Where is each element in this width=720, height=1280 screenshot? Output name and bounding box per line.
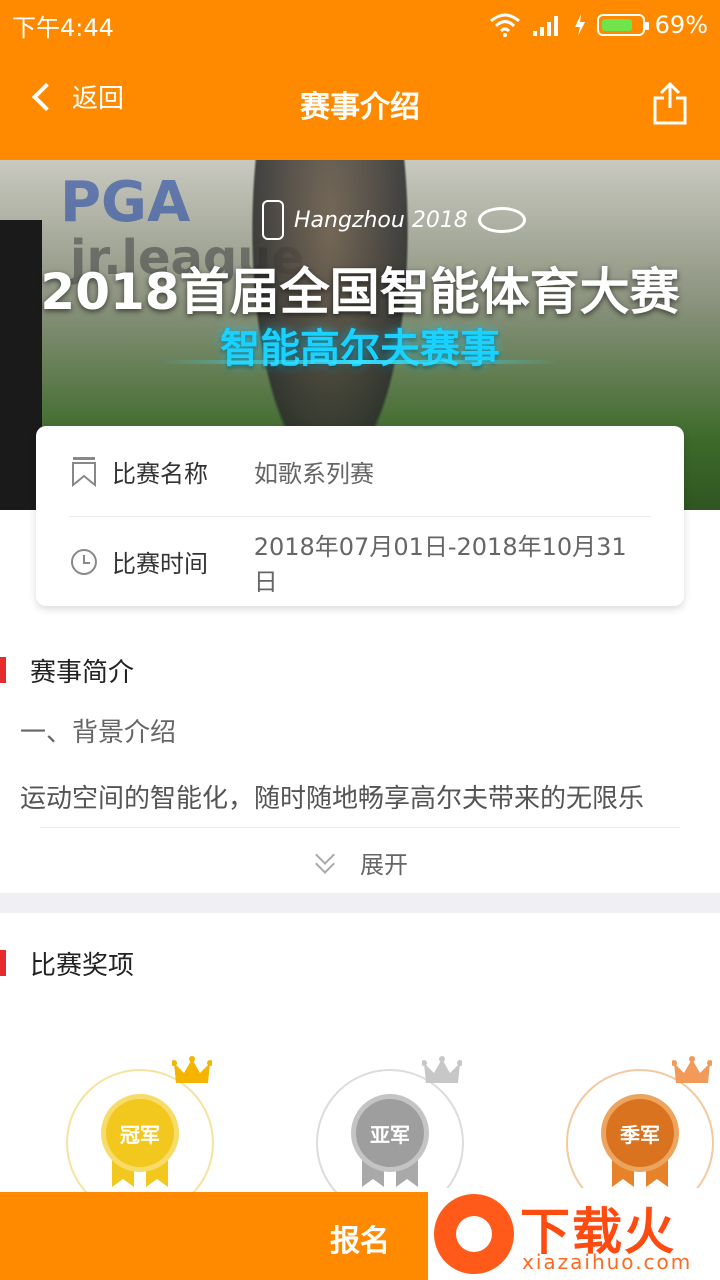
event-name-value: 如歌系列赛 (254, 459, 374, 488)
double-chevron-down-icon (312, 845, 340, 876)
bronze-medal-badge: 季军 (606, 1099, 674, 1167)
wifi-icon (489, 13, 520, 37)
watermark-url: xiazaihuo.com (522, 1250, 693, 1274)
silver-crown-icon (422, 1056, 462, 1083)
section-accent-bar (0, 657, 6, 683)
status-time: 下午4:44 (12, 13, 114, 42)
intro-heading: 赛事简介 (30, 657, 135, 688)
event-name-row: 比赛名称 如歌系列赛 (70, 426, 650, 516)
status-bar: 下午4:44 69% (0, 0, 720, 50)
battery-percent: 69% (654, 11, 708, 39)
intro-subheading: 一、背景介绍 (20, 718, 177, 748)
banner-logos: Hangzhou 2018 (262, 200, 526, 240)
expand-label: 展开 (360, 850, 408, 879)
section-accent-bar (0, 950, 6, 976)
event-name-label: 比赛名称 (112, 459, 208, 488)
emblem-icon (262, 200, 284, 240)
event-time-value: 2018年07月01日-2018年10月31日 (253, 532, 627, 596)
event-time-row: 比赛时间 2018年07月01日-2018年10月31日 (70, 516, 650, 606)
bookmark-icon (72, 457, 96, 487)
section-separator (0, 893, 720, 913)
divider (40, 827, 680, 828)
award-first: 冠军 (60, 1055, 220, 1217)
awards-heading: 比赛奖项 (30, 950, 135, 981)
award-second: 亚军 (310, 1055, 470, 1217)
banner-city: Hangzhou 2018 (294, 207, 468, 233)
intro-text: 运动空间的智能化，随时随地畅享高尔夫带来的无限乐 (20, 784, 645, 814)
event-info-card: 比赛名称 如歌系列赛 比赛时间 2018年07月01日-2018年10月31日 (36, 426, 684, 606)
banner-sign: PGA (60, 170, 191, 235)
gold-medal-badge: 冠军 (106, 1099, 174, 1167)
silver-medal-badge: 亚军 (356, 1099, 424, 1167)
banner-headline: 2018首届全国智能体育大赛 (40, 263, 680, 321)
banner-subline: 智能高尔夫赛事 (220, 326, 500, 372)
signup-button[interactable]: 报名 (290, 1216, 430, 1260)
nav-bar: 返回 赛事介绍 (0, 50, 720, 160)
expand-button[interactable]: 展开 (0, 842, 720, 882)
award-third: 季军 (560, 1055, 720, 1217)
gold-crown-icon (172, 1056, 212, 1083)
awards-section-header: 比赛奖项 (0, 948, 134, 981)
share-icon[interactable] (650, 80, 690, 126)
clock-icon (70, 548, 97, 575)
watermark: 下载火 xiazaihuo.com (428, 1188, 720, 1280)
signal-icon (532, 16, 558, 36)
event-time-label: 比赛时间 (111, 550, 208, 578)
charging-icon (574, 14, 585, 36)
intro-section-header: 赛事简介 (0, 655, 134, 688)
games-logo-icon (477, 207, 526, 233)
page-title: 赛事介绍 (300, 90, 420, 125)
bronze-crown-icon (672, 1056, 712, 1083)
watermark-logo-icon (434, 1194, 514, 1274)
status-icons: 69% (489, 11, 708, 39)
battery-icon (596, 14, 649, 36)
